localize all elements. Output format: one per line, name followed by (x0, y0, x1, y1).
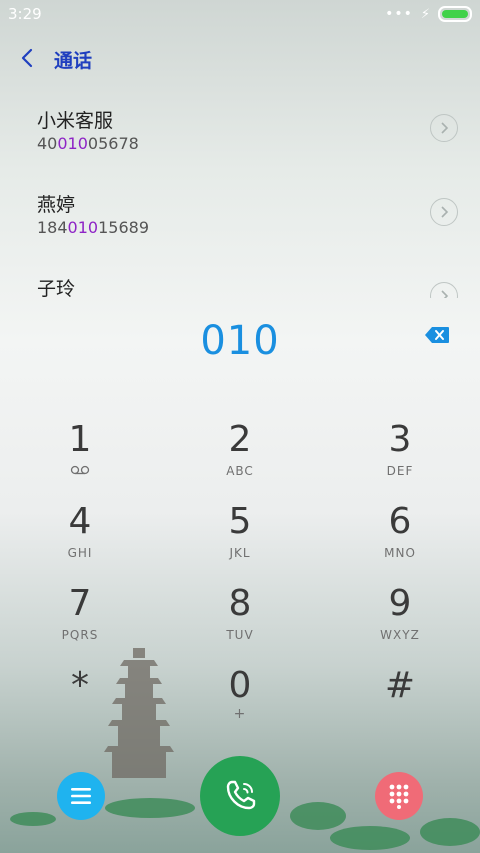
key-digit: 2 (228, 419, 252, 460)
key-4[interactable]: 4 GHI (20, 502, 140, 574)
key-6[interactable]: 6 MNO (340, 502, 460, 574)
key-digit: 9 (388, 583, 412, 624)
lily-pad-decoration (290, 802, 346, 830)
contact-name: 小米客服 (37, 110, 114, 132)
list-item[interactable]: 燕婷 18401015689 (0, 182, 480, 266)
dialpad-toggle-button[interactable] (375, 772, 423, 820)
key-2[interactable]: 2 ABC (180, 420, 300, 492)
key-1[interactable]: 1 (20, 420, 140, 492)
key-letters: + (233, 706, 247, 722)
phone-icon (226, 780, 256, 810)
key-letters: GHI (67, 546, 93, 560)
key-digit: 7 (68, 583, 92, 624)
contact-number: 18401015689 (37, 218, 149, 237)
key-letters: DEF (386, 464, 414, 478)
key-9[interactable]: 9 WXYZ (340, 584, 460, 656)
contact-name: 燕婷 (37, 194, 76, 216)
key-digit: 8 (228, 583, 252, 624)
dialpad-icon (389, 784, 409, 809)
lily-pad-decoration (330, 826, 410, 850)
voicemail-icon (70, 465, 90, 475)
key-7[interactable]: 7 PQRS (20, 584, 140, 656)
key-5[interactable]: 5 JKL (180, 502, 300, 574)
lily-pad-decoration (420, 818, 480, 846)
menu-button[interactable] (57, 772, 105, 820)
lily-pad-decoration (10, 812, 56, 826)
key-digit: 5 (228, 501, 252, 542)
lily-pad-decoration (105, 798, 195, 818)
key-3[interactable]: 3 DEF (340, 420, 460, 492)
more-notifications-icon: ••• (385, 6, 413, 22)
call-button[interactable] (200, 756, 280, 836)
key-0[interactable]: 0 + (180, 666, 300, 738)
chevron-left-icon[interactable] (18, 46, 38, 70)
status-icons: ••• ⚡ (385, 6, 472, 22)
list-item[interactable]: 子玲 (0, 266, 480, 298)
page-title: 通话 (54, 50, 93, 72)
key-digit: 6 (388, 501, 412, 542)
battery-icon (438, 6, 472, 22)
key-digit: # (384, 665, 416, 706)
key-letters: TUV (226, 628, 254, 642)
key-8[interactable]: 8 TUV (180, 584, 300, 656)
key-letters: ABC (226, 464, 254, 478)
dialed-number-display: 010 (200, 318, 280, 364)
contact-detail-chevron-icon[interactable] (430, 114, 458, 142)
status-bar: 3:29 ••• ⚡ (0, 0, 480, 28)
contact-results-list: 小米客服 4001005678 燕婷 18401015689 子玲 (0, 98, 480, 298)
menu-icon (71, 788, 91, 804)
pagoda-wallpaper-illustration (104, 648, 174, 778)
contact-detail-chevron-icon[interactable] (430, 198, 458, 226)
key-hash[interactable]: # (340, 666, 460, 738)
key-digit: 3 (388, 419, 412, 460)
key-letters: PQRS (61, 628, 99, 642)
charging-icon: ⚡ (420, 6, 430, 22)
key-letters: JKL (229, 546, 251, 560)
app-header: 通话 (0, 38, 480, 78)
contact-name: 子玲 (37, 278, 76, 298)
contact-detail-chevron-icon[interactable] (430, 282, 458, 298)
status-time: 3:29 (8, 5, 42, 23)
key-digit: 4 (68, 501, 92, 542)
key-letters: WXYZ (380, 628, 420, 642)
list-item[interactable]: 小米客服 4001005678 (0, 98, 480, 182)
key-digit: 1 (68, 419, 92, 460)
contact-number: 4001005678 (37, 134, 139, 153)
backspace-icon[interactable] (424, 326, 450, 344)
key-letters: MNO (384, 546, 416, 560)
key-digit: 0 (228, 665, 252, 706)
